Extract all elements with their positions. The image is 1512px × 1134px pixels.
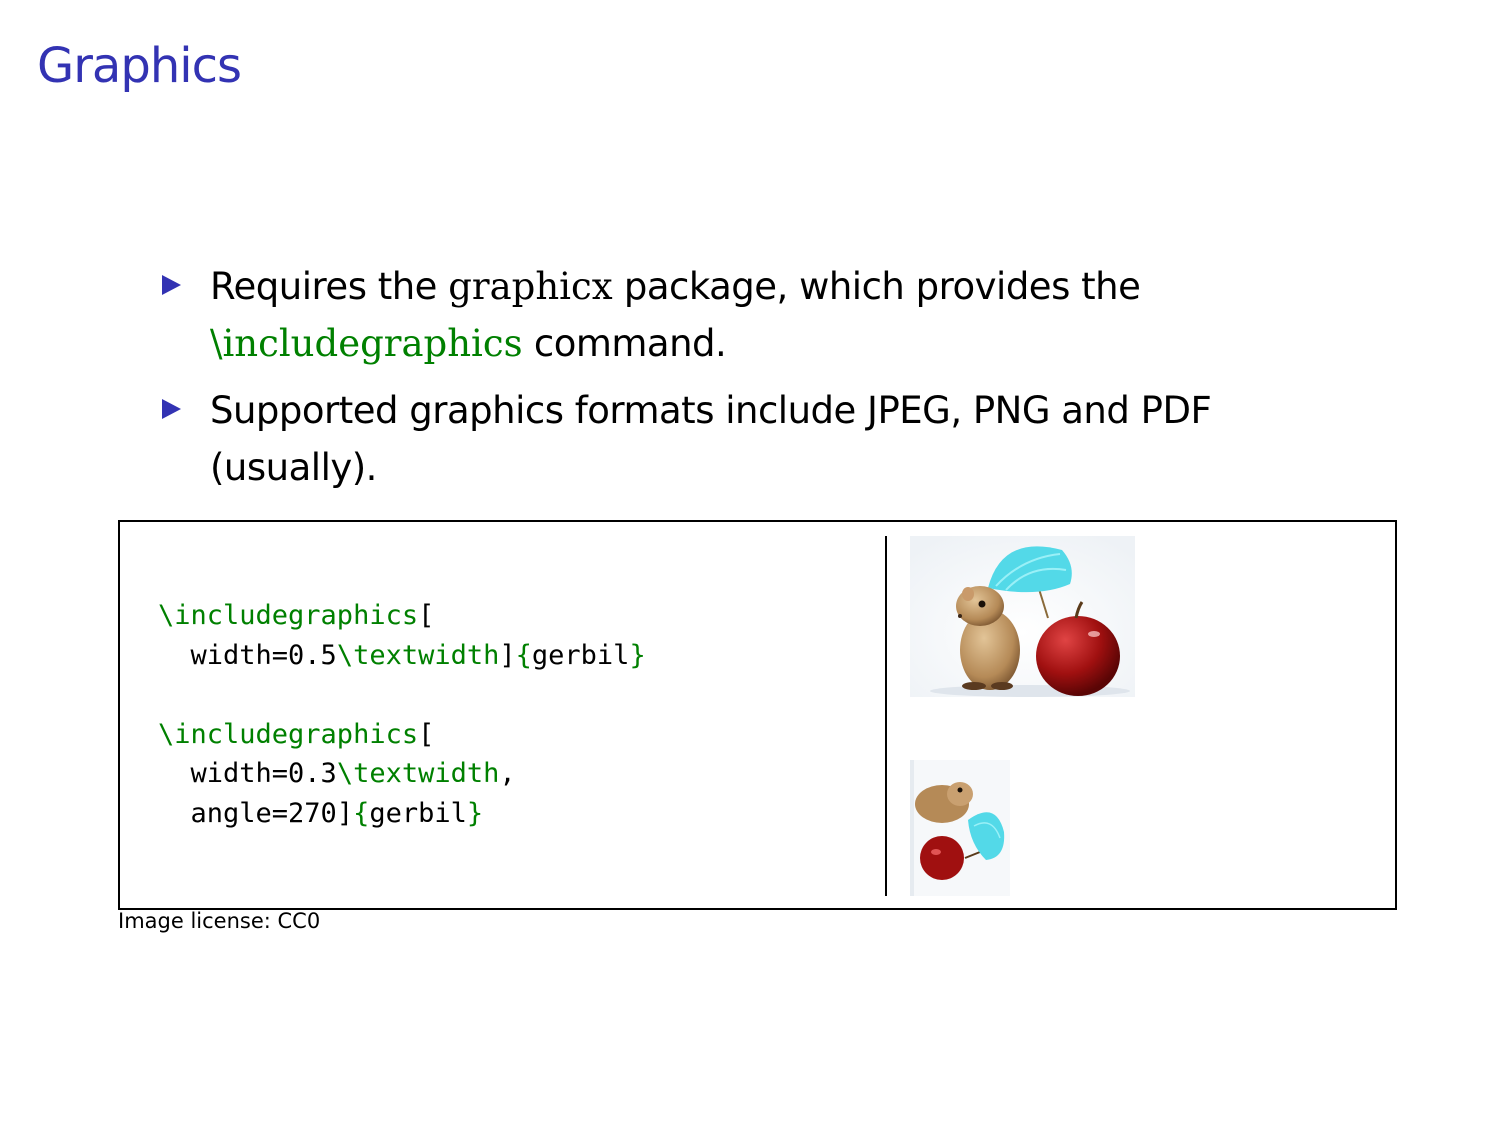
code-argument: gerbil [531,639,630,671]
code-brace: } [629,639,646,671]
bullet-item-formats: Supported graphics formats include JPEG,… [158,382,1358,496]
package-name-code: graphicx [448,265,613,308]
bullet-arrow-icon [162,275,181,295]
gerbil-image-rotated [910,760,1010,896]
code-command: \includegraphics [158,600,419,631]
code-listing: \includegraphics[ width=0.5\textwidth]{g… [158,596,646,833]
bullet-arrow-icon [162,399,181,419]
code-comma: , [499,758,516,789]
code-option: angle=270 [158,797,337,829]
example-box: \includegraphics[ width=0.5\textwidth]{g… [118,520,1397,910]
code-command: \textwidth [336,758,500,789]
code-brace: } [466,797,484,829]
code-command: \includegraphics [158,718,419,750]
bullet-item-graphicx: Requires the graphicx package, which pro… [158,258,1358,372]
code-brace: { [515,639,532,671]
bullet-list: Requires the graphicx package, which pro… [158,258,1358,506]
gerbil-image [910,536,1135,697]
column-divider [885,536,887,896]
code-option: width=0.3 [158,758,337,789]
code-argument: gerbil [369,797,467,829]
image-license-caption: Image license: CC0 [118,909,321,933]
code-command: \textwidth [336,639,500,671]
code-bracket: ] [336,797,354,829]
code-option: width=0.5 [158,639,337,671]
bullet-text-mid: package, which provides the [612,265,1141,308]
code-bracket: [ [418,600,435,631]
slide-title: Graphics [37,38,242,94]
code-brace: { [353,797,370,829]
code-bracket: [ [418,718,435,750]
bullet-text-pre: Requires the [210,265,449,308]
bullet-text-formats: Supported graphics formats include JPEG,… [210,389,1212,489]
code-bracket: ] [499,639,516,671]
bullet-text-post: command. [522,322,727,365]
command-name-code: \includegraphics [210,322,523,365]
